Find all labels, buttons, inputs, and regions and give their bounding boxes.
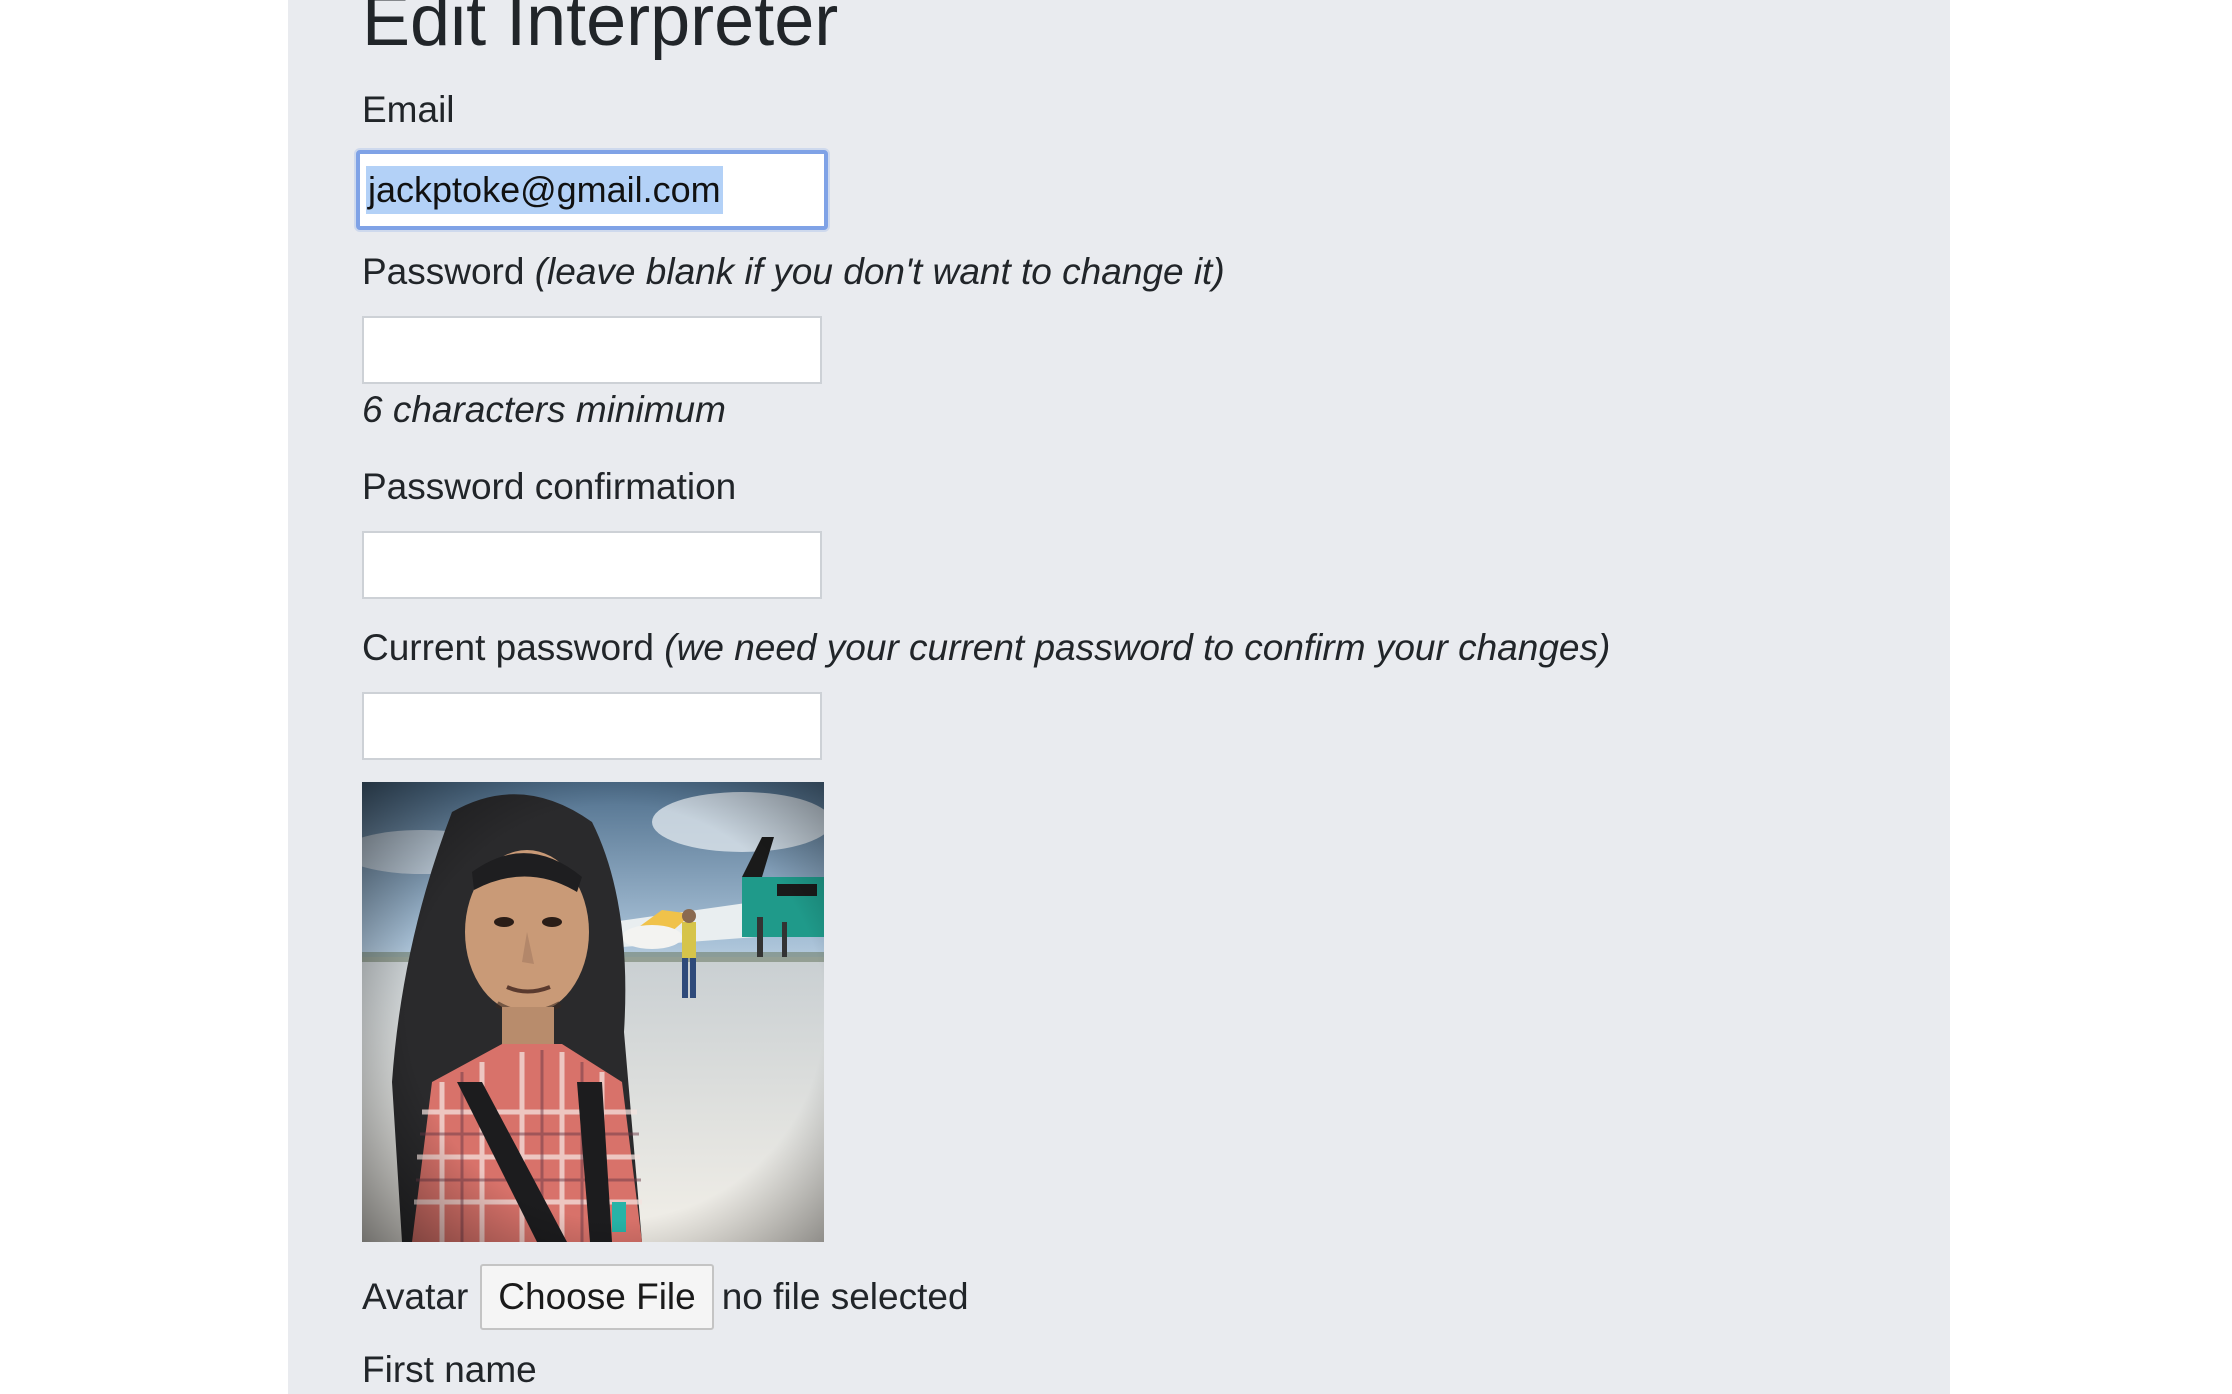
current-password-field[interactable] (362, 692, 822, 760)
first-name-label: First name (362, 1348, 537, 1392)
email-label: Email (362, 88, 455, 132)
avatar-image (362, 782, 824, 1242)
choose-file-button[interactable]: Choose File (480, 1264, 714, 1330)
password-confirmation-label: Password confirmation (362, 465, 736, 509)
password-confirmation-label-text: Password confirmation (362, 466, 737, 507)
form-panel: Edit Interpreter Email jackptoke@gmail.c… (288, 0, 1950, 1394)
file-status: no file selected (721, 1276, 969, 1317)
email-label-text: Email (362, 89, 455, 130)
password-field[interactable] (362, 316, 822, 384)
password-label-note: (leave blank if you don't want to change… (534, 251, 1225, 292)
password-label-text: Password (362, 251, 525, 292)
email-field[interactable]: jackptoke@gmail.com (356, 150, 828, 230)
avatar-label: Avatar (362, 1276, 469, 1317)
password-label: Password (leave blank if you don't want … (362, 250, 1225, 294)
current-password-label-text: Current password (362, 627, 655, 668)
first-name-label-text: First name (362, 1349, 537, 1390)
current-password-label-note: (we need your current password to confir… (664, 627, 1611, 668)
password-hint: 6 characters minimum (362, 389, 726, 430)
avatar-file-row: Avatar Choose File no file selected (362, 1264, 969, 1330)
page-title: Edit Interpreter (362, 0, 839, 61)
current-password-label: Current password (we need your current p… (362, 626, 1610, 670)
email-field-value: jackptoke@gmail.com (366, 166, 723, 214)
password-confirmation-field[interactable] (362, 531, 822, 599)
avatar-photo-illustration (362, 782, 824, 1242)
